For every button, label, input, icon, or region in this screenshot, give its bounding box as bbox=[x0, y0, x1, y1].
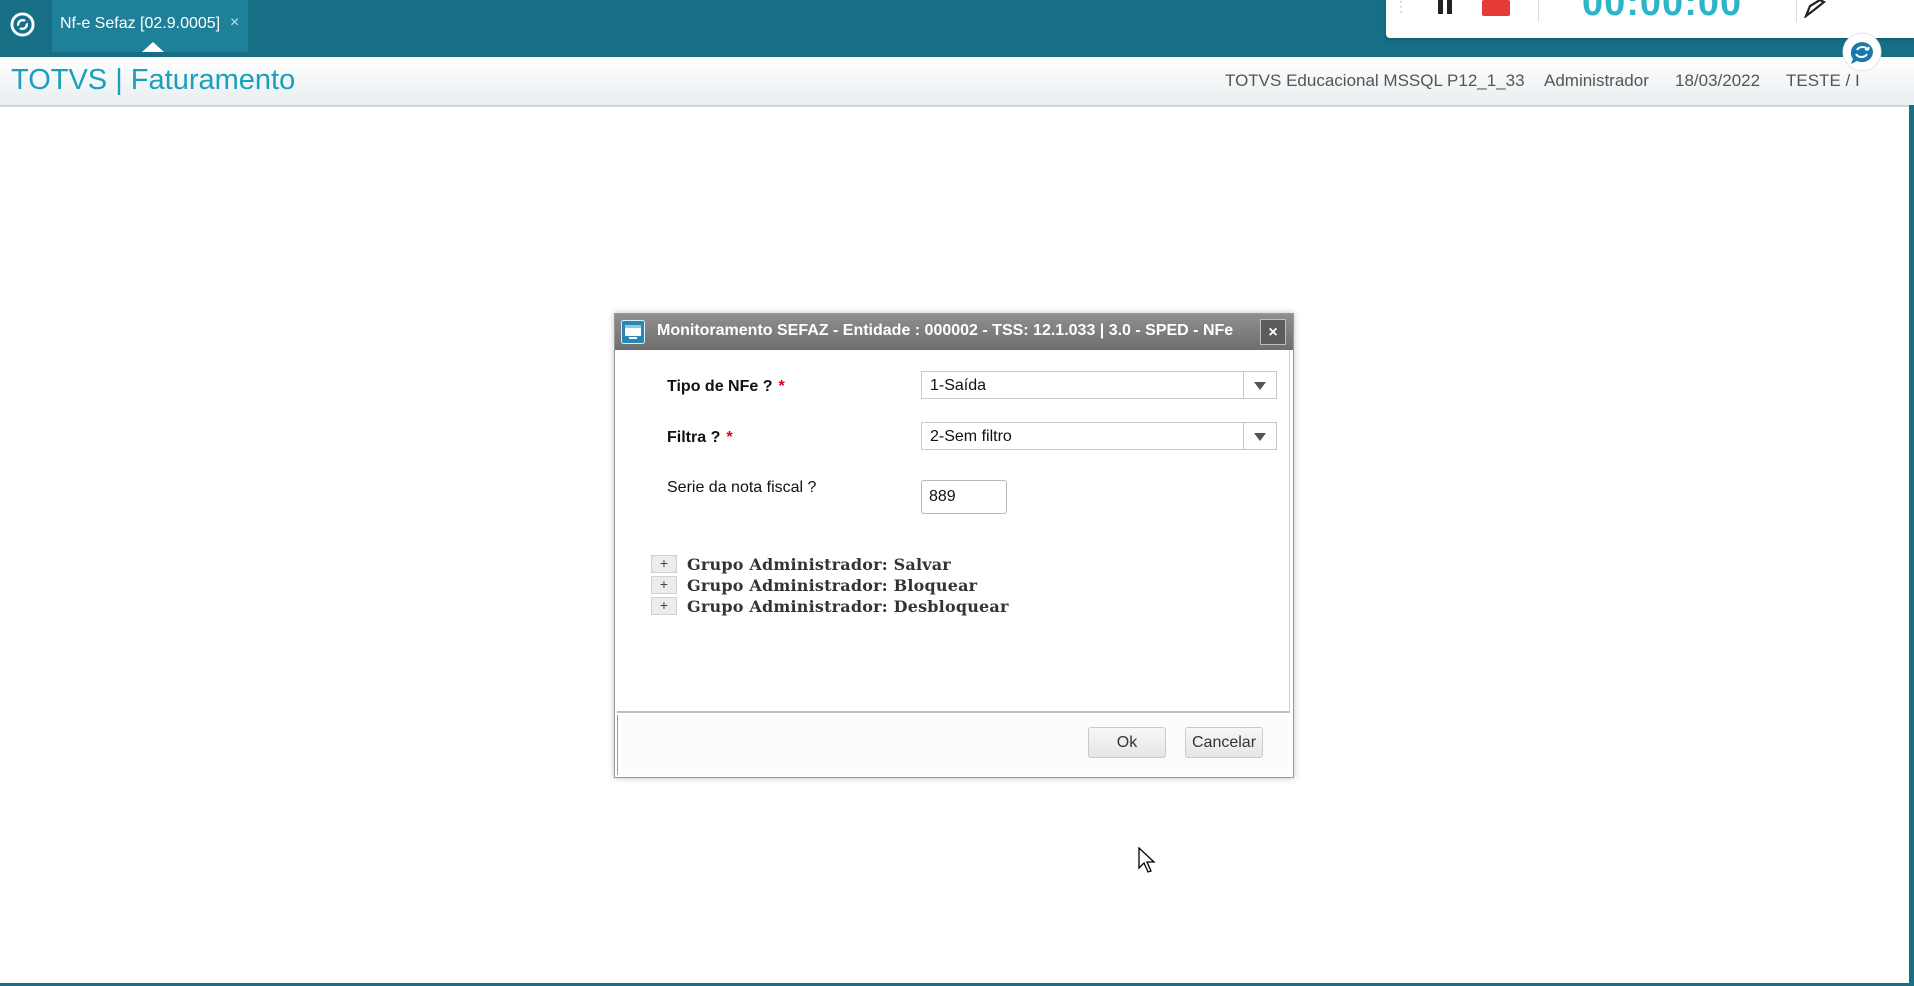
chat-icon[interactable] bbox=[1842, 32, 1882, 72]
close-icon[interactable]: × bbox=[1260, 319, 1286, 345]
tab-close-icon[interactable]: × bbox=[230, 14, 239, 32]
cancel-button[interactable]: Cancelar bbox=[1185, 727, 1263, 758]
tipo-nfe-value: 1-Saída bbox=[930, 377, 987, 394]
chevron-down-icon[interactable] bbox=[1243, 423, 1276, 449]
dialog-footer: Ok Cancelar bbox=[617, 715, 1290, 775]
dialog-title-bar[interactable]: Monitoramento SEFAZ - Entidade : 000002 … bbox=[615, 314, 1293, 350]
required-marker: * bbox=[726, 429, 733, 446]
tab-nfe-sefaz[interactable]: Nf-e Sefaz [02.9.0005] × bbox=[52, 0, 248, 52]
filtra-label: Filtra ? * bbox=[667, 429, 733, 446]
expand-icon[interactable]: + bbox=[651, 597, 677, 615]
divider bbox=[1796, 0, 1797, 22]
expand-icon[interactable]: + bbox=[651, 576, 677, 594]
filtra-select[interactable]: 2-Sem filtro bbox=[921, 422, 1277, 450]
expand-icon[interactable]: + bbox=[651, 555, 677, 573]
divider bbox=[1538, 0, 1539, 22]
window-icon bbox=[621, 320, 645, 344]
dialog-title: Monitoramento SEFAZ - Entidade : 000002 … bbox=[657, 322, 1234, 339]
filtra-value: 2-Sem filtro bbox=[930, 428, 1012, 445]
monitoramento-sefaz-dialog: Monitoramento SEFAZ - Entidade : 000002 … bbox=[614, 313, 1294, 778]
pen-icon[interactable] bbox=[1802, 0, 1828, 18]
required-marker: * bbox=[778, 378, 785, 395]
active-tab-caret bbox=[142, 42, 164, 52]
window-edge bbox=[1909, 105, 1914, 986]
drag-handle-icon[interactable]: ⋮ bbox=[1394, 0, 1408, 15]
tipo-nfe-label: Tipo de NFe ? * bbox=[667, 378, 785, 395]
pause-icon[interactable] bbox=[1436, 0, 1458, 14]
group-label: Grupo Administrador: Salvar bbox=[687, 555, 951, 574]
ok-button[interactable]: Ok bbox=[1088, 727, 1166, 758]
totvs-logo-icon[interactable] bbox=[10, 12, 35, 37]
mouse-cursor-icon bbox=[1138, 847, 1156, 873]
module-header: TOTVS | Faturamento TOTVS Educacional MS… bbox=[0, 57, 1914, 107]
user-label[interactable]: Administrador bbox=[1544, 71, 1649, 91]
group-label: Grupo Administrador: Bloquear bbox=[687, 576, 978, 595]
stop-icon[interactable] bbox=[1482, 0, 1510, 16]
tipo-nfe-select[interactable]: 1-Saída bbox=[921, 371, 1277, 399]
chevron-down-icon[interactable] bbox=[1243, 372, 1276, 398]
recording-timer: 00:00:00 bbox=[1582, 0, 1743, 24]
tab-label: Nf-e Sefaz [02.9.0005] bbox=[60, 15, 221, 32]
date-label: 18/03/2022 bbox=[1675, 71, 1761, 90]
screen-recorder-toolbar: ⋮ 00:00:00 bbox=[1386, 0, 1914, 38]
module-title: TOTVS | Faturamento bbox=[11, 64, 296, 96]
branch-label[interactable]: TESTE / I bbox=[1786, 71, 1860, 91]
group-label: Grupo Administrador: Desbloquear bbox=[687, 597, 1009, 616]
serie-label: Serie da nota fiscal ? bbox=[667, 479, 817, 496]
serie-input[interactable] bbox=[921, 480, 1007, 514]
dialog-body: Tipo de NFe ? * 1-Saída Filtra ? * 2-Sem f… bbox=[617, 350, 1290, 713]
environment-label: TOTVS Educacional MSSQL P12_1_33 bbox=[1225, 71, 1525, 90]
